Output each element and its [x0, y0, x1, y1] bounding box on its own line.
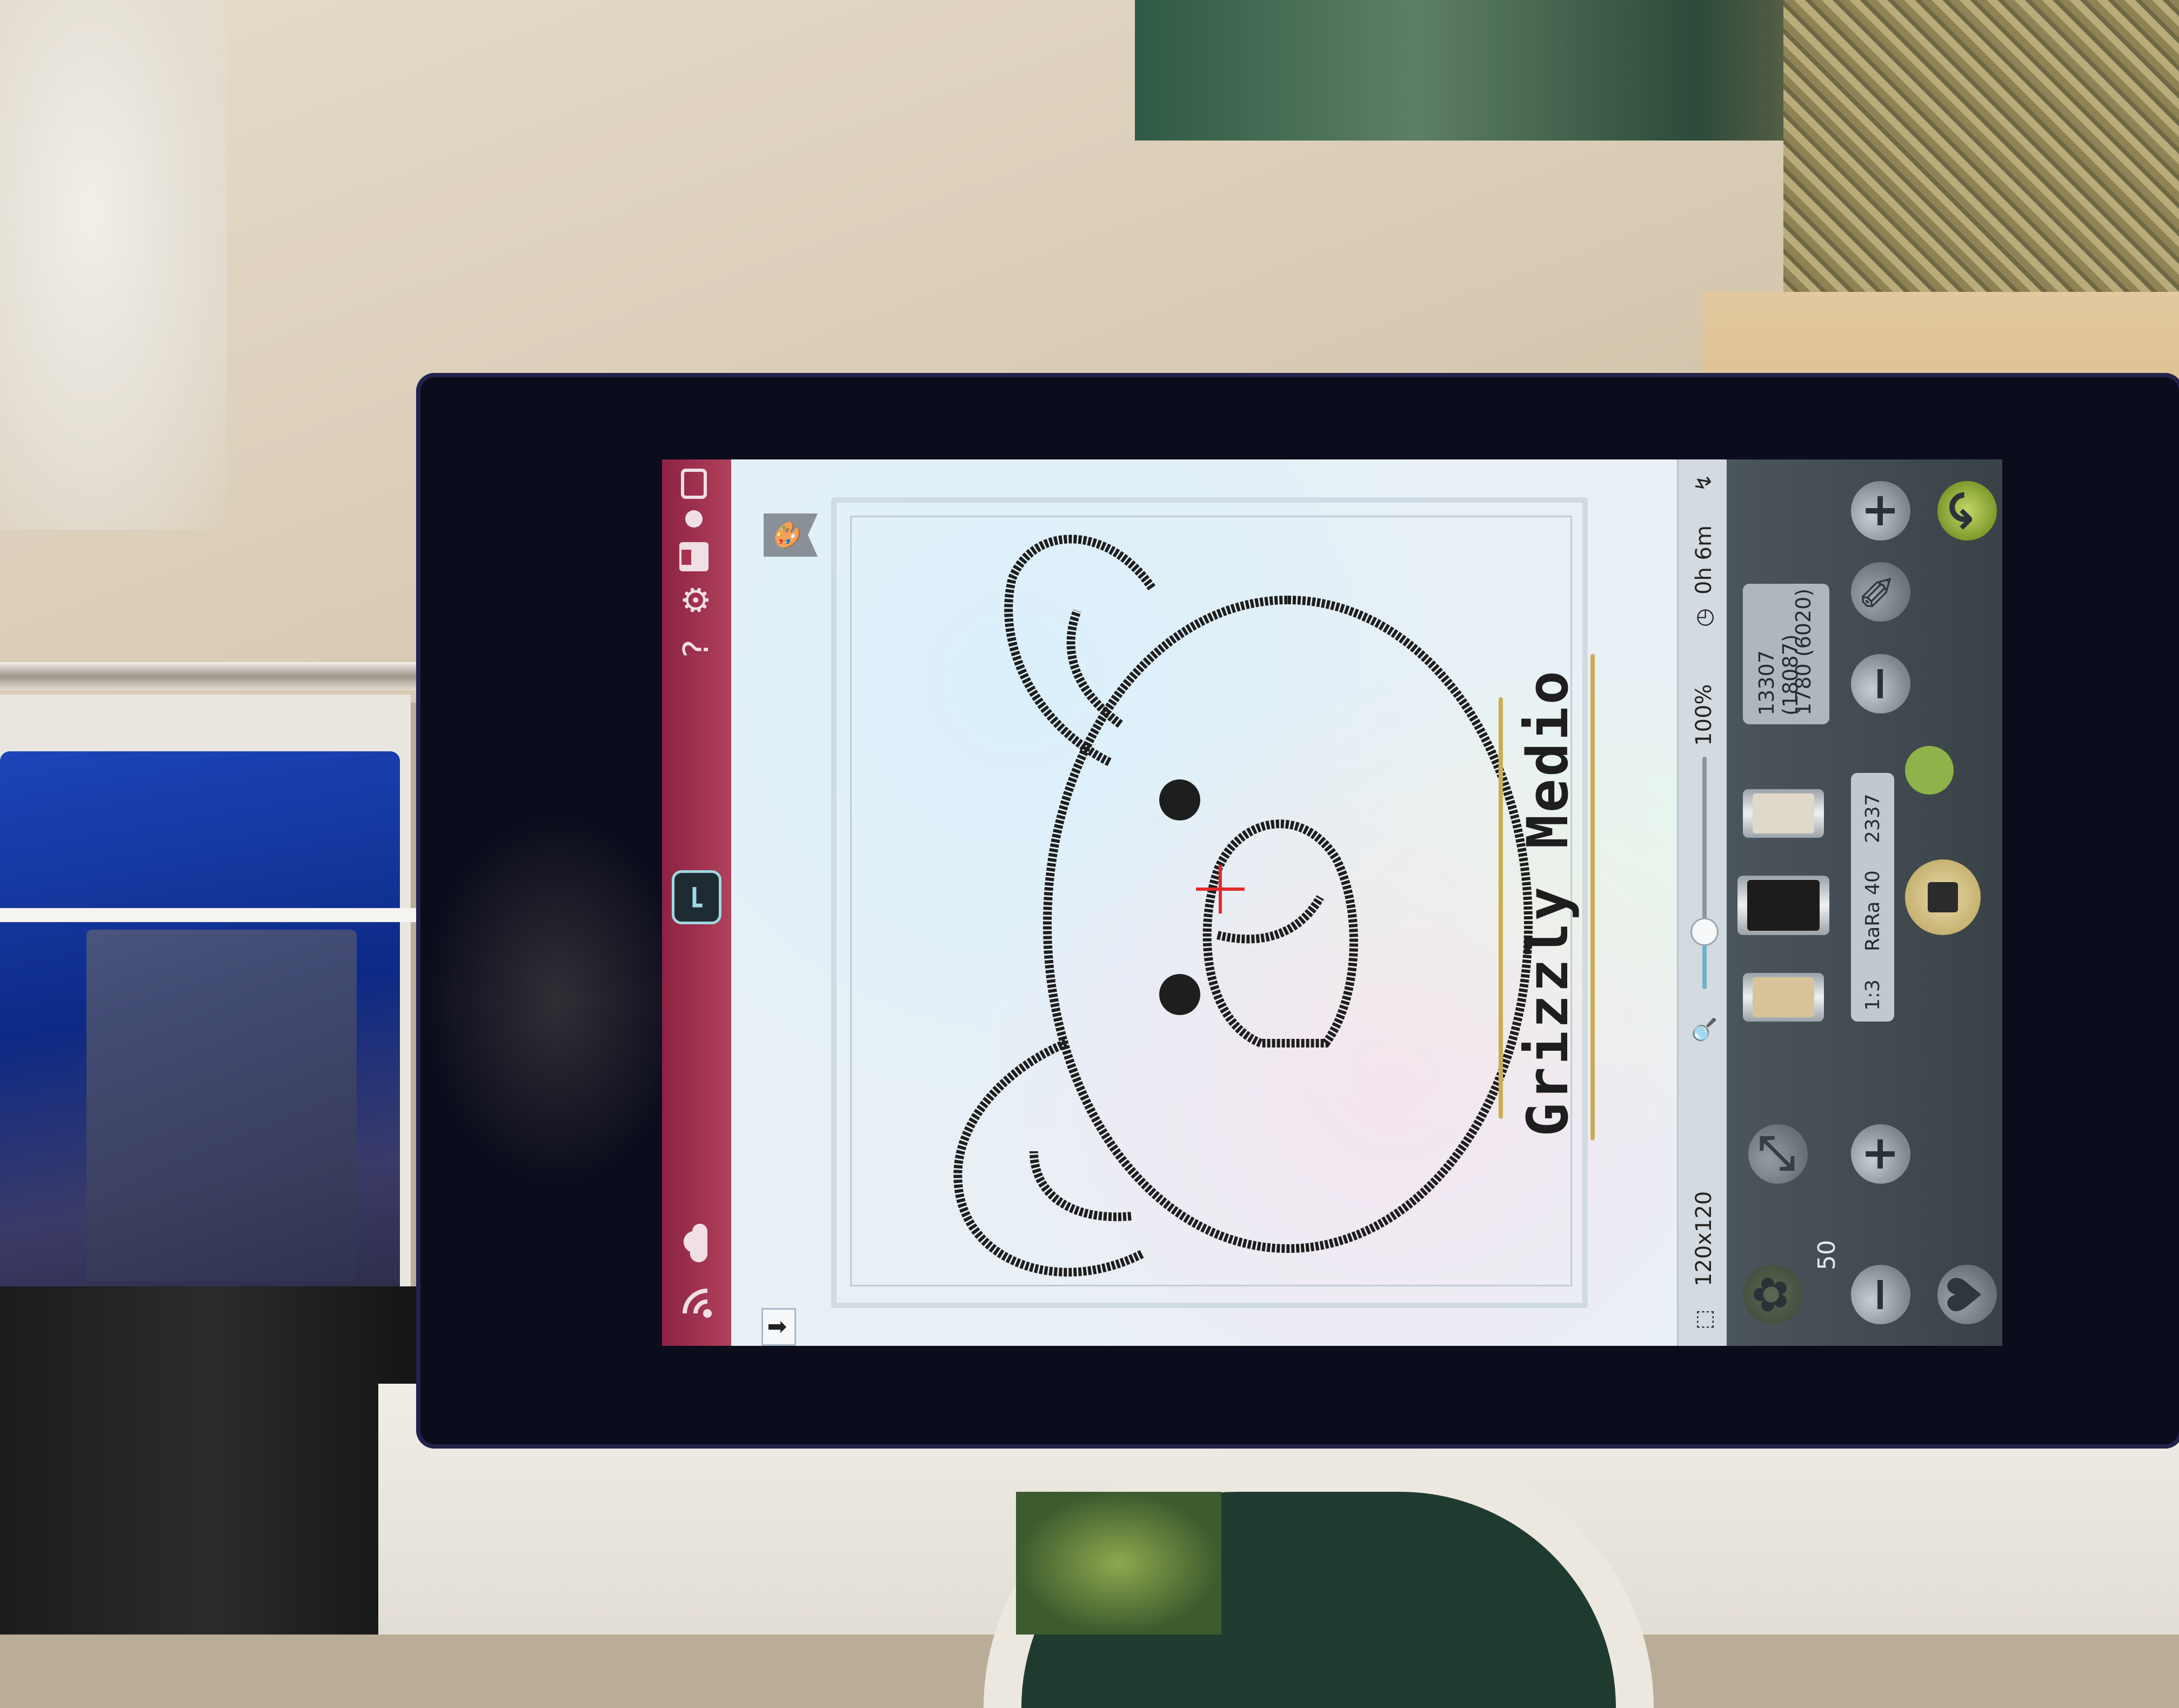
- start-stitch-button[interactable]: [1905, 859, 1981, 935]
- stitch-counter: 13307 (18087) 1780 (6020): [1743, 584, 1829, 724]
- heart-icon[interactable]: ♥: [1937, 1265, 1997, 1324]
- zoom-percent: 100%: [1692, 684, 1716, 746]
- undo-icon[interactable]: ↶: [1937, 481, 1997, 541]
- thread-color-1: [1753, 977, 1814, 1017]
- bear-right-eye: [1159, 779, 1200, 820]
- zoom-icon[interactable]: 🔍: [1692, 1016, 1717, 1043]
- gold-underline-bottom: [1590, 654, 1595, 1140]
- thread-info-pill: 1:3 RaRa 40 2337: [1851, 773, 1894, 1022]
- thread-spool-3[interactable]: [1743, 789, 1824, 838]
- status-bar: ⌐ ? ⚙: [662, 459, 731, 1346]
- zoom-slider-handle[interactable]: [1690, 918, 1719, 946]
- display-screen-frame: ⌐ ? ⚙ ⬇ 🎨 Grizzly Medio ⬚ 120x120 🔍 100%…: [662, 459, 2002, 1346]
- bear-left-ear-inner: [1030, 1151, 1132, 1222]
- help-icon[interactable]: ?: [675, 627, 718, 670]
- thread-spool-2[interactable]: [1737, 876, 1829, 935]
- home-button[interactable]: ⌐: [672, 870, 721, 924]
- needle-icon[interactable]: ✎: [1851, 562, 1910, 622]
- fabric-background: [0, 0, 227, 530]
- plus-button[interactable]: +: [1851, 1124, 1910, 1184]
- stitch-minus-button[interactable]: −: [1851, 654, 1910, 713]
- control-panel: ✿ − 50 + ⤢ 1:3 RaRa 40 2337 13307 (18087…: [1727, 459, 2002, 1346]
- green-object: [1016, 1492, 1221, 1634]
- bear-left-eye: [1159, 974, 1200, 1015]
- bear-head-outline: [1043, 596, 1533, 1253]
- speed-value: 50: [1813, 1240, 1841, 1270]
- screen-reflection: [422, 811, 692, 1189]
- gold-underline-top: [1499, 697, 1503, 1119]
- bear-right-ear: [1004, 535, 1157, 766]
- white-rod: [0, 908, 427, 922]
- wifi-icon[interactable]: [675, 1281, 718, 1324]
- stitch-count-secondary: 1780 (6020): [1792, 588, 1815, 716]
- embroidery-display: ⌐ ? ⚙ ⬇ 🎨 Grizzly Medio ⬚ 120x120 🔍 100%…: [662, 459, 2002, 1346]
- home-icon: ⌐: [677, 883, 715, 911]
- clock-icon: ◷: [1692, 608, 1716, 627]
- info-bar: ⬚ 120x120 🔍 100% ◷ 0h 6m ↯: [1677, 459, 1728, 1346]
- minus-button[interactable]: −: [1851, 1265, 1910, 1324]
- hoop-icon[interactable]: ⬚: [1692, 1309, 1716, 1330]
- thread-color-2: [1747, 880, 1820, 931]
- embroidery-canvas[interactable]: ⬇ 🎨 Grizzly Medio: [731, 459, 1677, 1346]
- box: [86, 930, 357, 1281]
- window-icon[interactable]: [675, 462, 718, 505]
- thread-color-3: [1753, 793, 1814, 833]
- stitch-out-icon[interactable]: ↯: [1692, 473, 1716, 492]
- cloud-icon[interactable]: [675, 1222, 718, 1265]
- fullscreen-icon[interactable]: ⤢: [1748, 1124, 1808, 1184]
- stitch-plus-button[interactable]: +: [1851, 481, 1910, 541]
- zoom-slider[interactable]: [1702, 757, 1707, 989]
- color-position: 1:3: [1862, 979, 1884, 1011]
- design-text: Grizzly Medio: [1515, 669, 1581, 1137]
- flower-icon[interactable]: ✿: [1743, 1265, 1802, 1324]
- thread-info: RaRa 40: [1862, 870, 1884, 951]
- hoop-size-label: 120x120: [1692, 1191, 1716, 1286]
- color-change-icon[interactable]: [1905, 746, 1954, 795]
- bear-left-ear: [953, 1039, 1144, 1277]
- settings-icon[interactable]: ⚙: [675, 578, 718, 622]
- time-estimate: 0h 6m: [1692, 525, 1716, 595]
- thread-spool-1[interactable]: [1743, 973, 1824, 1022]
- stitch-icon: [1928, 882, 1958, 912]
- save-icon[interactable]: [675, 535, 718, 578]
- thread-number: 2337: [1862, 793, 1884, 843]
- thread-spool-background: [0, 1286, 422, 1634]
- metal-rail: [0, 662, 416, 690]
- needle-position-crosshair: [1196, 865, 1245, 913]
